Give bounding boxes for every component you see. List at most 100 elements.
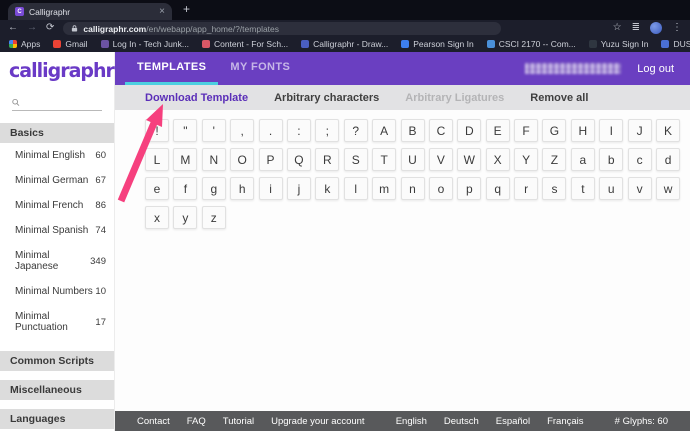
bookmark-item[interactable]: DUS <box>661 39 690 49</box>
glyph-cell[interactable]: ; <box>315 119 339 142</box>
glyph-cell[interactable]: D <box>457 119 481 142</box>
glyph-cell[interactable]: H <box>571 119 595 142</box>
url-bar[interactable]: calligraphr.com/en/webapp/app_home/?/tem… <box>63 22 501 35</box>
glyph-cell[interactable]: A <box>372 119 396 142</box>
glyph-cell[interactable]: Z <box>542 148 566 171</box>
glyph-cell[interactable]: z <box>202 206 226 229</box>
footer-link[interactable]: FAQ <box>187 416 206 427</box>
glyph-cell[interactable]: C <box>429 119 453 142</box>
glyph-cell[interactable]: k <box>315 177 339 200</box>
glyph-cell[interactable]: q <box>486 177 510 200</box>
download-template-button[interactable]: Download Template <box>145 92 248 104</box>
glyph-cell[interactable]: a <box>571 148 595 171</box>
glyph-cell[interactable]: X <box>486 148 510 171</box>
glyph-cell[interactable]: u <box>599 177 623 200</box>
footer-link[interactable]: Upgrade your account <box>271 416 364 427</box>
glyph-cell[interactable]: " <box>173 119 197 142</box>
glyph-cell[interactable]: y <box>173 206 197 229</box>
bookmark-item[interactable]: Yuzu Sign In <box>589 39 649 49</box>
glyph-cell[interactable]: J <box>628 119 652 142</box>
glyph-cell[interactable]: p <box>457 177 481 200</box>
sidebar-item[interactable]: Minimal Japanese 349 <box>0 243 114 279</box>
glyph-cell[interactable]: ? <box>344 119 368 142</box>
glyph-cell[interactable]: x <box>145 206 169 229</box>
sidebar-search-input[interactable] <box>24 97 102 108</box>
footer-language-link[interactable]: English <box>396 416 427 427</box>
glyph-cell[interactable]: f <box>173 177 197 200</box>
sidebar-item[interactable]: Minimal German 67 <box>0 168 114 193</box>
glyph-cell[interactable]: O <box>230 148 254 171</box>
glyph-cell[interactable]: , <box>230 119 254 142</box>
browser-menu-icon[interactable]: ⋮ <box>672 23 682 33</box>
glyph-cell[interactable]: h <box>230 177 254 200</box>
glyph-cell[interactable]: N <box>202 148 226 171</box>
glyph-cell[interactable]: r <box>514 177 538 200</box>
glyph-cell[interactable]: : <box>287 119 311 142</box>
glyph-cell[interactable]: n <box>401 177 425 200</box>
tab-templates[interactable]: TEMPLATES <box>125 52 218 85</box>
footer-language-link[interactable]: Deutsch <box>444 416 479 427</box>
footer-link[interactable]: Tutorial <box>223 416 254 427</box>
footer-language-link[interactable]: Français <box>547 416 583 427</box>
sidebar-section[interactable]: Languages <box>0 409 114 429</box>
glyph-cell[interactable]: t <box>571 177 595 200</box>
glyph-cell[interactable]: Y <box>514 148 538 171</box>
sidebar-item[interactable]: Minimal Punctuation 17 <box>0 304 114 340</box>
arbitrary-characters-button[interactable]: Arbitrary characters <box>274 92 379 104</box>
bookmark-item[interactable]: Pearson Sign In <box>401 39 473 49</box>
glyph-cell[interactable]: w <box>656 177 680 200</box>
glyph-cell[interactable]: U <box>401 148 425 171</box>
calligraphr-logo[interactable]: calligraphr <box>0 52 114 82</box>
logout-button[interactable]: Log out <box>637 63 674 75</box>
bookmark-item[interactable]: Calligraphr - Draw... <box>301 39 388 49</box>
bookmark-item[interactable]: CSCI 2170 -- Com... <box>487 39 576 49</box>
close-tab-icon[interactable]: × <box>159 7 165 17</box>
footer-link[interactable]: Contact <box>137 416 170 427</box>
glyph-cell[interactable]: s <box>542 177 566 200</box>
glyph-cell[interactable]: j <box>287 177 311 200</box>
extension-icon[interactable]: ≣ <box>632 23 640 33</box>
sidebar-item[interactable]: Minimal English 60 <box>0 143 114 168</box>
sidebar-section[interactable]: Common Scripts <box>0 351 114 371</box>
glyph-cell[interactable]: g <box>202 177 226 200</box>
glyph-cell[interactable]: v <box>628 177 652 200</box>
glyph-cell[interactable]: Q <box>287 148 311 171</box>
glyph-cell[interactable]: K <box>656 119 680 142</box>
glyph-cell[interactable]: ! <box>145 119 169 142</box>
bookmark-star-icon[interactable]: ☆ <box>613 23 622 33</box>
sidebar-item[interactable]: Minimal French 86 <box>0 193 114 218</box>
glyph-cell[interactable]: i <box>259 177 283 200</box>
glyph-cell[interactable]: . <box>259 119 283 142</box>
glyph-cell[interactable]: ' <box>202 119 226 142</box>
glyph-cell[interactable]: T <box>372 148 396 171</box>
glyph-cell[interactable]: o <box>429 177 453 200</box>
bookmark-item[interactable]: Log In - Tech Junk... <box>101 39 189 49</box>
tab-my-fonts[interactable]: MY FONTS <box>218 52 302 85</box>
new-tab-button[interactable]: + <box>183 2 190 16</box>
browser-tab[interactable]: C Calligraphr × <box>8 3 172 20</box>
bookmark-item[interactable]: Content - For Sch... <box>202 39 288 49</box>
glyph-cell[interactable]: S <box>344 148 368 171</box>
footer-language-link[interactable]: Español <box>496 416 530 427</box>
forward-icon[interactable]: → <box>27 23 37 33</box>
glyph-cell[interactable]: B <box>401 119 425 142</box>
glyph-cell[interactable]: e <box>145 177 169 200</box>
glyph-cell[interactable]: E <box>486 119 510 142</box>
remove-all-button[interactable]: Remove all <box>530 92 588 104</box>
glyph-cell[interactable]: m <box>372 177 396 200</box>
glyph-cell[interactable]: F <box>514 119 538 142</box>
glyph-cell[interactable]: I <box>599 119 623 142</box>
glyph-cell[interactable]: W <box>457 148 481 171</box>
glyph-cell[interactable]: d <box>656 148 680 171</box>
sidebar-section[interactable]: Miscellaneous <box>0 380 114 400</box>
reload-icon[interactable]: ⟳ <box>46 23 54 33</box>
glyph-cell[interactable]: V <box>429 148 453 171</box>
glyph-cell[interactable]: L <box>145 148 169 171</box>
back-icon[interactable]: ← <box>8 23 18 33</box>
glyph-cell[interactable]: l <box>344 177 368 200</box>
glyph-cell[interactable]: R <box>315 148 339 171</box>
bookmark-item[interactable]: Gmail <box>53 39 87 49</box>
bookmark-item[interactable]: Apps <box>9 39 40 49</box>
glyph-cell[interactable]: b <box>599 148 623 171</box>
glyph-cell[interactable]: P <box>259 148 283 171</box>
